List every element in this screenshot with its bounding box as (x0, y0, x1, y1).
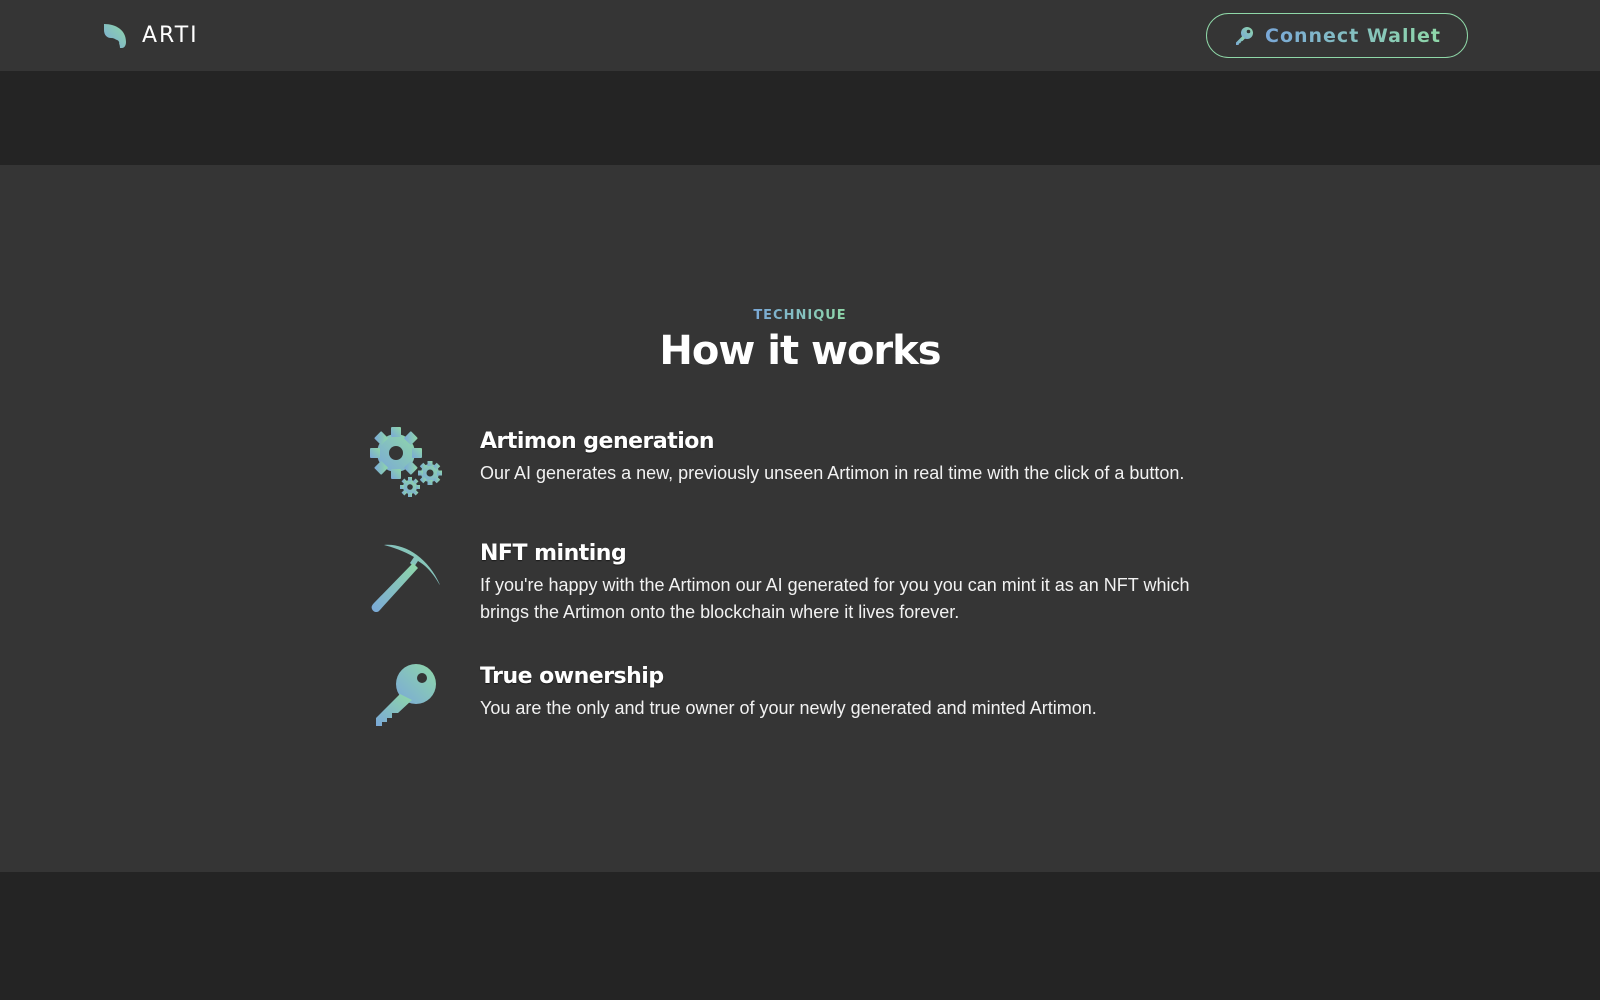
feature-title: NFT minting (480, 541, 627, 566)
pickaxe-icon (370, 539, 446, 615)
feature-item-generation: Artimon generation Our AI generates a ne… (370, 427, 1230, 503)
feature-description: You are the only and true owner of your … (480, 698, 1097, 718)
how-it-works-section: TECHNIQUE How it works Artimon generatio… (0, 165, 1600, 872)
footer-spacer (0, 872, 1600, 1000)
feature-description: If you're happy with the Artimon our AI … (480, 575, 1190, 622)
section-title: How it works (659, 328, 941, 374)
feature-text: Artimon generation Our AI generates a ne… (480, 427, 1184, 487)
feature-title: True ownership (480, 664, 664, 689)
connect-wallet-button[interactable]: Connect Wallet (1206, 13, 1468, 58)
feature-item-minting: NFT minting If you're happy with the Art… (370, 539, 1230, 626)
hero-spacer (0, 71, 1600, 165)
brand-name: ARTI (142, 23, 199, 48)
feature-text: True ownership You are the only and true… (480, 662, 1097, 722)
feature-description: Our AI generates a new, previously unsee… (480, 463, 1185, 483)
key-icon (370, 662, 446, 738)
key-icon (1233, 25, 1255, 47)
brand[interactable]: ARTI (102, 22, 199, 50)
feature-item-ownership: True ownership You are the only and true… (370, 662, 1230, 738)
feature-title: Artimon generation (480, 429, 715, 454)
eyebrow-text: TECHNIQUE (753, 308, 847, 323)
section-eyebrow: TECHNIQUE (0, 308, 1600, 323)
feature-list: Artimon generation Our AI generates a ne… (370, 427, 1230, 774)
top-navbar: ARTI Connect Wallet (0, 0, 1600, 71)
leaf-logo-icon (102, 22, 130, 50)
gears-icon (370, 427, 446, 503)
feature-text: NFT minting If you're happy with the Art… (480, 539, 1210, 626)
connect-wallet-label: Connect Wallet (1265, 24, 1441, 47)
